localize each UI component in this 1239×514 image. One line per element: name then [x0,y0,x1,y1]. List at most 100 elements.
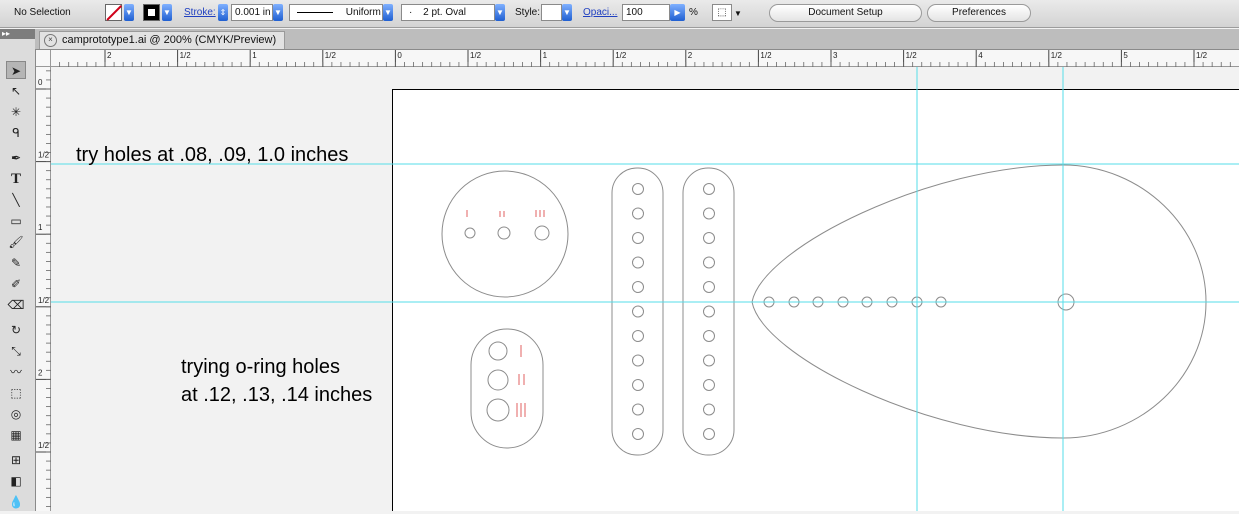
opacity-field[interactable]: 100 [622,4,670,21]
canvas[interactable]: try holes at .08, .09, 1.0 inches trying… [51,67,1239,511]
brush-dropdown-icon[interactable]: ▼ [495,4,505,21]
stroke-weight-stepper-icon[interactable]: ⇕ [218,4,228,21]
width-profile-select[interactable]: Uniform [289,4,383,21]
paintbrush-tool-icon[interactable]: 🖌 [6,233,26,251]
slot-hole[interactable] [632,183,644,195]
pen-tool-icon[interactable]: ✒ [6,149,26,167]
slot-hole[interactable] [703,428,715,440]
rotate-tool-icon[interactable]: ↻ [6,321,26,339]
note-oring-text[interactable]: trying o-ring holes at .12, .13, .14 inc… [181,353,372,409]
direct-selection-tool-icon[interactable]: ↖ [6,82,26,100]
slot-hole[interactable] [703,183,715,195]
slot-hole[interactable] [703,281,715,293]
slot-hole[interactable] [632,256,644,269]
preferences-button[interactable]: Preferences [927,4,1031,22]
width-profile-value: Uniform [345,7,381,18]
slot-hole[interactable] [703,305,715,318]
tall-slot-left[interactable] [611,167,664,456]
guides[interactable] [51,67,1239,511]
slot-hole[interactable] [703,256,715,269]
slot-hole[interactable] [703,330,715,342]
stroke-weight-dropdown-icon[interactable]: ▼ [273,4,283,21]
red-hole-markers-bottom [516,345,526,417]
scale-tool-icon[interactable]: ⤡ [6,342,26,360]
slot-hole[interactable] [632,330,644,342]
tall-slot-right[interactable] [682,167,735,456]
slot-hole[interactable] [703,354,715,367]
stroke-dropdown-icon[interactable]: ▼ [162,4,172,21]
stroke-weight-field[interactable]: 0.001 in [231,4,273,21]
slot-hole[interactable] [703,207,715,220]
horizontal-ruler-ticks: 2 1/2 1 1/2 0 1/2 1 1/2 2 1/2 3 1/2 4 1/2 5 1/2 [31,50,1231,67]
rectangle-tool-icon[interactable]: ▭ [6,212,26,230]
style-dropdown-icon[interactable]: ▼ [562,4,572,21]
plate-hole-large[interactable] [534,225,550,241]
oring-test-plate[interactable] [470,328,544,449]
close-icon[interactable]: × [44,34,57,47]
oring-hole-1[interactable] [488,341,508,361]
ruler-label-h: 2 [688,51,693,60]
slot-hole[interactable] [632,207,644,220]
red-hole-markers-top [466,210,545,217]
slot-hole[interactable] [632,305,644,318]
eyedropper-tool-icon[interactable]: 💧 [6,493,26,511]
plate-hole-medium[interactable] [497,226,511,240]
ruler-label-h: 1/2 [470,51,482,60]
fill-dropdown-icon[interactable]: ▼ [124,4,134,21]
horizontal-ruler[interactable]: 2 1/2 1 1/2 0 1/2 1 1/2 2 1/2 3 1/2 4 1/2 5 1/2 [31,50,1239,67]
width-profile-dropdown-icon[interactable]: ▼ [383,4,393,21]
free-transform-tool-icon[interactable]: ⬚ [6,384,26,402]
oring-hole-3[interactable] [486,398,510,422]
slot-hole[interactable] [703,379,715,391]
blob-brush-tool-icon[interactable]: ✐ [6,275,26,293]
slot-hole[interactable] [632,232,644,244]
artwork[interactable] [51,67,1239,511]
opacity-panel-link[interactable]: Opaci... [583,7,617,18]
slot-hole[interactable] [703,403,715,416]
ruler-label-v: 1/2 [38,441,50,450]
tools-panel: ➤ ↖ ✳ ᑫ ✒ T ╲ ▭ 🖌 ✎ ✐ ⌫ ↻ ⤡ 〰 ⬚ ◎ ▦ ⊞ ◧ … [0,39,36,511]
slot-hole[interactable] [632,379,644,391]
stroke-swatch[interactable] [143,4,160,21]
graphic-style-swatch[interactable] [541,4,562,21]
selection-tool-icon[interactable]: ➤ [6,61,26,79]
ruler-label-h: 1/2 [615,51,627,60]
document-setup-button[interactable]: Document Setup [769,4,922,22]
recolor-dropdown-icon[interactable]: ▼ [734,9,742,18]
opacity-slider-arrow-icon[interactable]: ▶ [670,4,685,21]
fill-swatch[interactable] [105,4,122,21]
warp-tool-icon[interactable]: 〰 [6,363,26,381]
profile-line-preview [297,11,333,13]
gradient-tool-icon[interactable]: ◧ [6,472,26,490]
perspective-grid-tool-icon[interactable]: ▦ [6,426,26,444]
type-tool-icon[interactable]: T [6,170,26,188]
mesh-tool-icon[interactable]: ⊞ [6,451,26,469]
slot-hole[interactable] [703,232,715,244]
slot-hole[interactable] [632,354,644,367]
oring-hole-2[interactable] [487,369,509,391]
tools-panel-header[interactable]: ▸▸ [0,29,35,39]
pencil-tool-icon[interactable]: ✎ [6,254,26,272]
ruler-label-h: 5 [1123,51,1128,60]
slot-hole[interactable] [632,281,644,293]
opacity-percent: % [689,7,698,18]
stroke-panel-link[interactable]: Stroke: [184,7,216,18]
recolor-artwork-icon[interactable]: ⬚ [712,4,732,21]
ruler-label-h: 1 [252,51,257,60]
lasso-tool-icon[interactable]: ᑫ [6,124,26,142]
shape-builder-tool-icon[interactable]: ◎ [6,405,26,423]
brush-select[interactable]: · 2 pt. Oval [401,4,495,21]
note-holes-text[interactable]: try holes at .08, .09, 1.0 inches [76,141,348,169]
vertical-ruler[interactable]: 0 1/2 1 1/2 2 1/2 [36,16,51,511]
slot-hole[interactable] [632,403,644,416]
ruler-label-h: 1/2 [325,51,337,60]
plate-hole-small[interactable] [464,227,476,239]
slot-hole[interactable] [632,428,644,440]
document-tab[interactable]: × camprototype1.ai @ 200% (CMYK/Preview) [39,31,285,49]
eraser-tool-icon[interactable]: ⌫ [6,296,26,314]
slot-holes[interactable] [632,183,715,440]
line-tool-icon[interactable]: ╲ [6,191,26,209]
ruler-origin[interactable] [36,50,51,67]
ruler-label-h: 4 [978,51,983,60]
magic-wand-tool-icon[interactable]: ✳ [6,103,26,121]
